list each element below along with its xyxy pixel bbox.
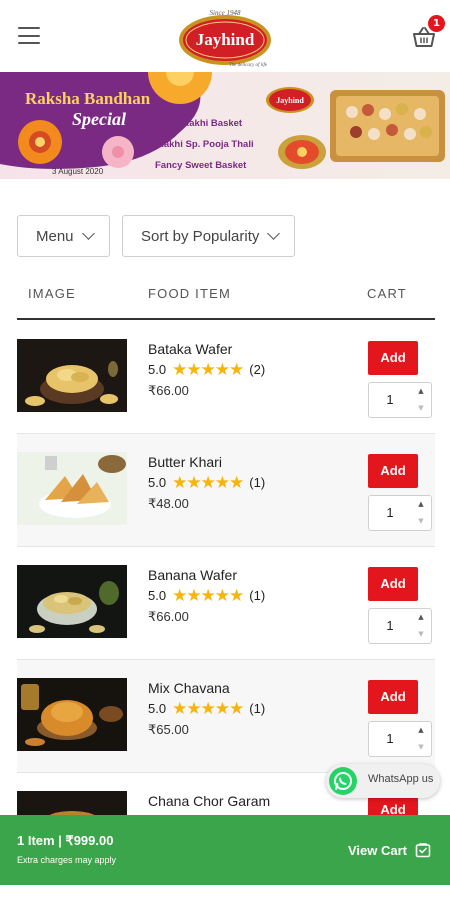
logo-since-text: Since 1948 [210,9,241,17]
banner-title-line1: Raksha Bandhan [25,89,151,108]
product-name[interactable]: Banana Wafer [148,567,237,583]
review-count: (1) [249,475,266,490]
product-image-banana-wafer[interactable] [17,565,127,638]
banner-title-line2: Special [72,109,126,129]
decrement-arrow-icon[interactable]: ▼ [411,400,431,417]
banner-item-3: Fancy Sweet Basket [155,160,247,171]
extra-charges-note: Extra charges may apply [17,855,117,865]
raksha-bandhan-banner[interactable]: Raksha Bandhan Special 3 August 2020 Sp.… [0,72,450,179]
rating-value: 5.0 [148,475,167,490]
app-header: Since 1948 Jayhind The delicacy of life … [0,0,450,72]
whatsapp-chat-button[interactable]: WhatsApp us [326,764,440,798]
add-to-cart-button[interactable]: Add [368,567,418,601]
review-count: (2) [249,362,266,377]
product-name[interactable]: Butter Khari [148,454,222,470]
add-to-cart-button[interactable]: Add [368,680,418,714]
hamburger-menu-icon[interactable] [18,27,40,44]
flower-decoration-icon [18,120,62,164]
review-count: (1) [249,588,266,603]
menu-dropdown-label: Menu [36,227,74,245]
product-name[interactable]: Chana Chor Garam [148,793,270,809]
rating-value: 5.0 [148,588,167,603]
banner-logo-text: Jayhind [276,96,304,105]
quantity-value[interactable]: 1 [369,383,411,417]
star-rating-icon: ★★★★★ [172,473,244,492]
star-rating-icon: ★★★★★ [172,699,244,718]
column-header-cart: CART [367,286,407,301]
cart-summary-text: 1 Item | ₹999.00 [17,833,114,848]
product-image-bataka-wafer[interactable] [17,339,127,412]
product-price: ₹65.00 [148,722,189,737]
cart-summary-bar[interactable]: 1 Item | ₹999.00 Extra charges may apply… [0,815,450,885]
increment-arrow-icon[interactable]: ▲ [411,383,431,400]
product-row: Butter Khari 5.0 ★★★★★ (1) ₹48.00 Add 1 … [17,434,435,547]
review-count: (1) [249,701,266,716]
quantity-value[interactable]: 1 [369,609,411,643]
add-to-cart-button[interactable]: Add [368,454,418,488]
increment-arrow-icon[interactable]: ▲ [411,496,431,513]
cart-count-badge: 1 [428,15,445,32]
view-cart-button[interactable]: View Cart [348,842,431,858]
logo-tagline-text: The delicacy of life [229,63,268,68]
banner-date: 3 August 2020 [52,167,104,176]
view-cart-label: View Cart [348,842,408,858]
decrement-arrow-icon[interactable]: ▼ [411,513,431,530]
sort-dropdown[interactable]: Sort by Popularity [122,215,295,257]
chevron-down-icon [267,227,281,240]
quantity-stepper[interactable]: 1 ▲ ▼ [368,608,432,644]
star-rating-icon: ★★★★★ [172,360,244,379]
product-row: Banana Wafer 5.0 ★★★★★ (1) ₹66.00 Add 1 … [17,547,435,660]
quantity-stepper[interactable]: 1 ▲ ▼ [368,495,432,531]
rating-value: 5.0 [148,701,167,716]
bag-check-icon [415,843,431,858]
chevron-down-icon [81,227,95,240]
product-price: ₹48.00 [148,496,189,511]
product-price: ₹66.00 [148,609,189,624]
product-rating: 5.0 ★★★★★ (2) [148,361,265,378]
quantity-stepper[interactable]: 1 ▲ ▼ [368,721,432,757]
product-name[interactable]: Bataka Wafer [148,341,232,357]
whatsapp-label: WhatsApp us [368,773,434,785]
decrement-arrow-icon[interactable]: ▼ [411,626,431,643]
quantity-stepper[interactable]: 1 ▲ ▼ [368,382,432,418]
product-image-mix-chavana[interactable] [17,678,127,751]
increment-arrow-icon[interactable]: ▲ [411,722,431,739]
logo-brand-text: Jayhind [196,30,255,49]
column-header-food-item: FOOD ITEM [148,286,232,301]
bottom-safe-area [0,885,450,900]
quantity-value[interactable]: 1 [369,722,411,756]
product-row: Mix Chavana 5.0 ★★★★★ (1) ₹65.00 Add 1 ▲… [17,660,435,773]
banner-item-2: Rakhi Sp. Pooja Thali [157,139,254,150]
product-rating: 5.0 ★★★★★ (1) [148,474,265,491]
column-header-image: IMAGE [28,286,76,301]
product-name[interactable]: Mix Chavana [148,680,230,696]
add-to-cart-button[interactable]: Add [368,341,418,375]
quantity-value[interactable]: 1 [369,496,411,530]
star-rating-icon: ★★★★★ [172,586,244,605]
table-header: IMAGE FOOD ITEM CART [17,276,435,320]
increment-arrow-icon[interactable]: ▲ [411,609,431,626]
decrement-arrow-icon[interactable]: ▼ [411,739,431,756]
jayhind-logo[interactable]: Since 1948 Jayhind The delicacy of life [176,6,274,68]
sort-dropdown-label: Sort by Popularity [141,227,260,245]
product-row: Bataka Wafer 5.0 ★★★★★ (2) ₹66.00 Add 1 … [17,321,435,434]
product-image-butter-khari[interactable] [17,452,127,525]
rating-value: 5.0 [148,362,167,377]
product-rating: 5.0 ★★★★★ (1) [148,700,265,717]
product-price: ₹66.00 [148,383,189,398]
whatsapp-icon [329,767,357,795]
banner-item-1: Sp. Rakhi Basket [165,118,243,129]
product-rating: 5.0 ★★★★★ (1) [148,587,265,604]
menu-dropdown[interactable]: Menu [17,215,110,257]
